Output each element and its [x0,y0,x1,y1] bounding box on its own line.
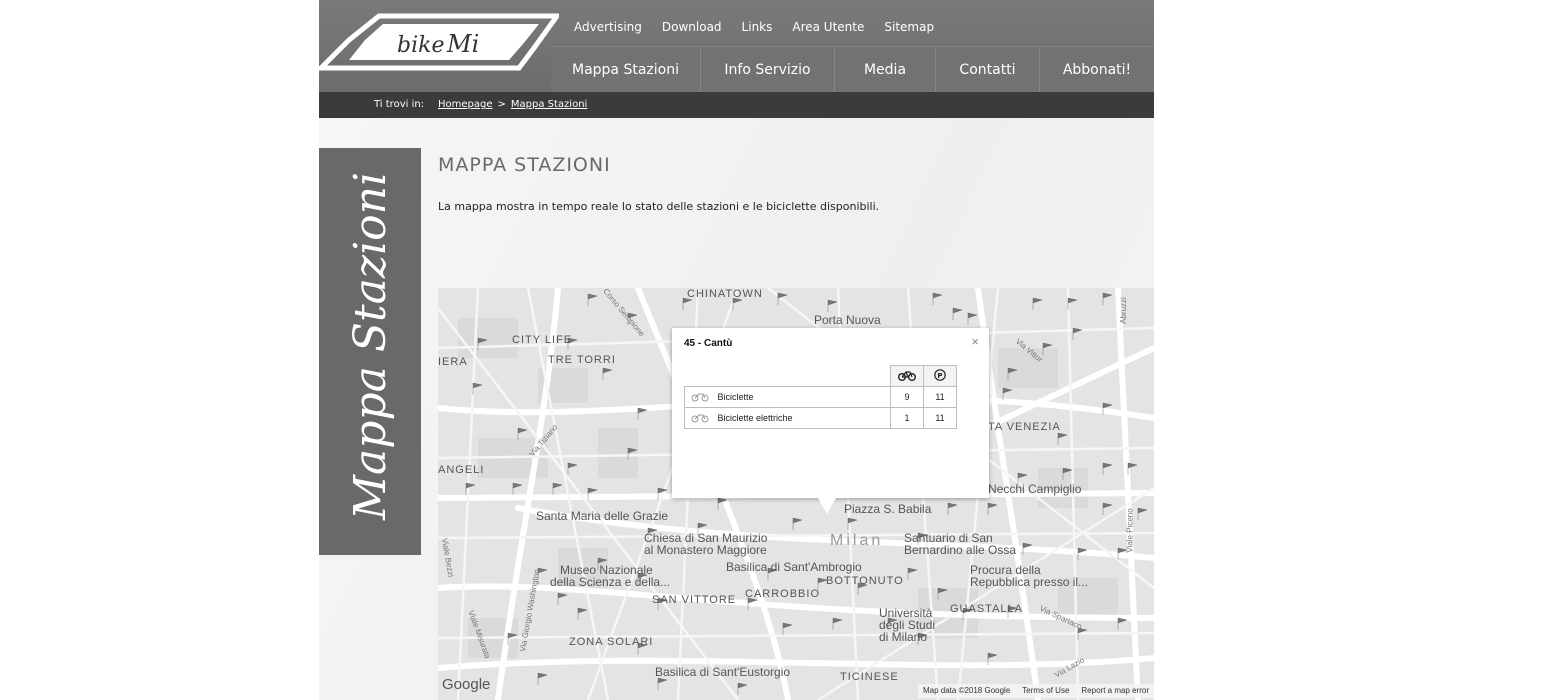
bikes-available: 1 [890,407,924,429]
map-label-viale-piceno: Viale Piceno [1125,508,1135,553]
map-footer: Map data ©2018 Google Terms of Use Repor… [917,684,1154,698]
main-nav-info-servizio[interactable]: Info Servizio [700,47,834,92]
terms-of-use-link[interactable]: Terms of Use [1022,686,1069,696]
page-intro: La mappa mostra in tempo reale lo stato … [438,200,880,213]
map-label-milan: Milan [830,532,884,549]
map-label-iera: IERA [438,356,468,368]
electric-bike-icon [691,414,709,423]
map-label-bottonuto: BOTTONUTO [826,575,904,587]
parking-available: 11 [923,386,957,408]
map-data-credit: Map data ©2018 Google [922,686,1011,695]
main-content: Mappa Stazioni MAPPA STAZIONI La mappa m… [319,118,1154,700]
map-label-necchi: Necchi Campiglio [988,482,1082,496]
nav-links[interactable]: Links [742,20,773,38]
nav-download[interactable]: Download [662,20,722,38]
map-label-chiesa-2: al Monastero Maggiore [644,543,767,557]
row-label: Biciclette elettriche [717,412,793,423]
parking-icon: P [923,365,957,387]
map-label-carrobbio: CARROBBIO [745,588,821,600]
top-nav: Advertising Download Links Area Utente S… [564,20,944,38]
map-label-guastalla: GUASTALLA [950,603,1023,615]
svg-text:Mi: Mi [446,30,479,58]
parking-available: 11 [923,407,957,429]
map-label-ticinese: TICINESE [840,671,899,683]
map-label-piazza-babila: Piazza S. Babila [844,502,932,516]
map-label-santuario-2: Bernardino alle Ossa [904,543,1017,557]
nav-area-utente[interactable]: Area Utente [792,20,864,38]
map-label-san-vittore: SAN VITTORE [652,594,737,606]
google-logo: Google [442,676,491,693]
map-label-eustorgio: Basilica di Sant'Eustorgio [655,665,791,679]
station-popup-title: 45 - Cantù [684,338,733,349]
website: bike Mi Advertising Download Links Area … [319,0,1154,700]
map-label-santa-maria: Santa Maria delle Grazie [536,509,669,523]
header: bike Mi Advertising Download Links Area … [319,0,1154,92]
breadcrumb-separator: > [497,99,506,110]
map-label-universita-3: di Milano [879,630,928,644]
main-nav-mappa-stazioni[interactable]: Mappa Stazioni [551,47,700,92]
map-label-museo-2: della Scienza e della... [550,575,671,589]
map-label-procura-2: Repubblica presso il... [970,575,1089,589]
breadcrumb-label: Ti trovi in: [374,99,425,110]
station-popup: 45 - Cantù × P Biciclette 9 11 Biciclett… [672,328,989,498]
nav-advertising[interactable]: Advertising [574,20,642,38]
page-title: MAPPA STAZIONI [438,154,611,176]
bikes-available: 9 [890,386,924,408]
side-banner-text: Mappa Stazioni [345,172,396,521]
bikemi-logo[interactable]: bike Mi [319,10,562,80]
report-map-error-link[interactable]: Report a map error [1081,686,1149,696]
table-row: Biciclette 9 11 [684,386,957,408]
map-label-abruzzi: Abruzzi [1118,297,1128,324]
breadcrumb-homepage[interactable]: Homepage [438,99,493,110]
table-row: Biciclette elettriche 1 11 [684,407,957,429]
map-label-city-life: CITY LIFE [512,334,573,346]
svg-text:bike: bike [397,33,444,58]
map-label-porta-venezia: TA VENEZIA [988,421,1061,433]
stations-map[interactable]: CHINATOWN Porta Nuova CITY LIFE TRE TORR… [438,288,1154,700]
row-label: Biciclette [717,391,754,402]
bike-icon [890,365,924,387]
map-label-porta-nuova: Porta Nuova [814,313,881,327]
svg-text:P: P [937,372,942,380]
main-nav: Mappa Stazioni Info Servizio Media Conta… [551,46,1154,92]
main-nav-contatti[interactable]: Contatti [935,47,1039,92]
map-label-zona-solari: ZONA SOLARI [569,636,654,648]
nav-sitemap[interactable]: Sitemap [884,20,934,38]
main-nav-abbonati[interactable]: Abbonati! [1039,47,1154,92]
map-label-tre-torri: TRE TORRI [548,354,616,366]
bike-icon [691,393,709,402]
breadcrumb: Ti trovi in: Homepage > Mappa Stazioni [319,92,1154,118]
map-label-basilica-ambrogio: Basilica di Sant'Ambrogio [726,560,862,574]
close-icon[interactable]: × [971,334,979,349]
station-status-table: P Biciclette 9 11 Biciclette elettriche … [684,365,957,429]
map-label-angeli: ANGELI [438,464,485,476]
station-popup-pointer [818,498,836,514]
breadcrumb-mappa-stazioni[interactable]: Mappa Stazioni [511,99,587,110]
map-label-chinatown: CHINATOWN [687,288,763,300]
side-banner: Mappa Stazioni [319,148,421,555]
main-nav-media[interactable]: Media [834,47,935,92]
